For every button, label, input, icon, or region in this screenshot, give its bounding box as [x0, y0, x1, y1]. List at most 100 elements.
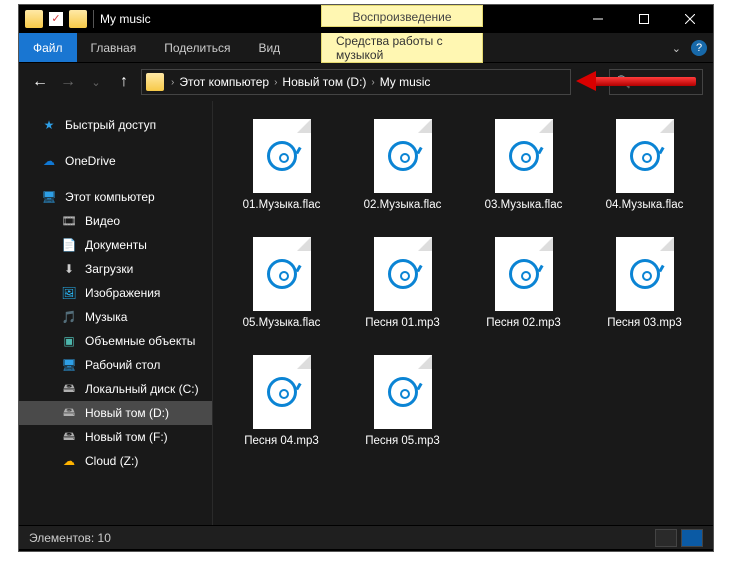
breadcrumb-segment[interactable]: Новый том (D:): [282, 75, 366, 89]
file-item[interactable]: Песня 03.mp3: [588, 237, 701, 347]
tab-home[interactable]: Главная: [77, 33, 151, 62]
view-large-icons-button[interactable]: [681, 529, 703, 547]
view-details-button[interactable]: [655, 529, 677, 547]
recent-dropdown-icon[interactable]: ⌄: [85, 76, 107, 89]
chevron-right-icon[interactable]: ›: [166, 77, 179, 88]
file-name: 03.Музыка.flac: [485, 199, 563, 211]
audio-file-icon: [374, 355, 432, 429]
tab-share[interactable]: Поделиться: [150, 33, 244, 62]
minimize-button[interactable]: [575, 5, 621, 33]
ribbon-tabs: Файл Главная Поделиться Вид Средства раб…: [19, 33, 713, 63]
forward-button[interactable]: →: [57, 73, 79, 91]
audio-file-icon: [374, 119, 432, 193]
sidebar-item-onedrive[interactable]: ☁ OneDrive: [19, 149, 212, 173]
pc-icon: 🖥: [41, 189, 57, 205]
chevron-right-icon[interactable]: ›: [366, 77, 379, 88]
audio-file-icon: [495, 119, 553, 193]
file-item[interactable]: 04.Музыка.flac: [588, 119, 701, 229]
cloud-icon: ☁: [41, 153, 57, 169]
up-button[interactable]: ↑: [113, 73, 135, 91]
breadcrumb-segment[interactable]: My music: [380, 75, 431, 89]
music-icon: 🎵: [61, 309, 77, 325]
file-name: 04.Музыка.flac: [606, 199, 684, 211]
file-name: 02.Музыка.flac: [364, 199, 442, 211]
title-bar: ✓ My music Воспроизведение: [19, 5, 713, 33]
sidebar-item-label: Изображения: [85, 286, 160, 300]
drive-icon: 🖴: [61, 405, 77, 421]
sidebar-item-label: Новый том (D:): [85, 406, 169, 420]
help-icon[interactable]: ?: [691, 40, 707, 56]
audio-file-icon: [253, 119, 311, 193]
close-icon: [685, 14, 695, 24]
sidebar-item-label: Этот компьютер: [65, 190, 155, 204]
minimize-icon: [593, 14, 603, 24]
maximize-button[interactable]: [621, 5, 667, 33]
file-name: 05.Музыка.flac: [243, 317, 321, 329]
sidebar-item-drive-d[interactable]: 🖴 Новый том (D:): [19, 401, 212, 425]
window-controls: [575, 5, 713, 33]
sidebar-item-label: Быстрый доступ: [65, 118, 156, 132]
qat-properties-icon[interactable]: ✓: [49, 12, 63, 26]
file-tab[interactable]: Файл: [19, 33, 77, 62]
close-button[interactable]: [667, 5, 713, 33]
file-name: Песня 05.mp3: [365, 435, 440, 447]
audio-file-icon: [616, 237, 674, 311]
file-item[interactable]: Песня 01.mp3: [346, 237, 459, 347]
sidebar-item-drive-f[interactable]: 🖴 Новый том (F:): [19, 425, 212, 449]
status-items-count: 10: [98, 531, 111, 545]
file-name: Песня 03.mp3: [607, 317, 682, 329]
ribbon-collapse-icon[interactable]: ⌄: [672, 42, 681, 55]
audio-file-icon: [253, 237, 311, 311]
qat-newfolder-icon[interactable]: [69, 10, 87, 28]
sidebar-item-documents[interactable]: 📄 Документы: [19, 233, 212, 257]
file-item[interactable]: Песня 02.mp3: [467, 237, 580, 347]
navigation-pane[interactable]: ★ Быстрый доступ ☁ OneDrive 🖥 Этот компь…: [19, 101, 213, 525]
file-name: 01.Музыка.flac: [243, 199, 321, 211]
sidebar-item-3d[interactable]: ▣ Объемные объекты: [19, 329, 212, 353]
sidebar-item-drive-z[interactable]: ☁ Cloud (Z:): [19, 449, 212, 473]
address-bar[interactable]: › Этот компьютер › Новый том (D:) › My m…: [141, 69, 571, 95]
chevron-right-icon[interactable]: ›: [269, 77, 282, 88]
sidebar-item-pictures[interactable]: 🖼 Изображения: [19, 281, 212, 305]
sidebar-item-drive-c[interactable]: 🖴 Локальный диск (C:): [19, 377, 212, 401]
back-button[interactable]: ←: [29, 73, 51, 91]
sidebar-item-label: Видео: [85, 214, 120, 228]
sidebar-item-label: Локальный диск (C:): [85, 382, 199, 396]
sidebar-item-label: Музыка: [85, 310, 127, 324]
contextual-tab-header: Воспроизведение: [321, 5, 483, 27]
sidebar-item-videos[interactable]: 🎞 Видео: [19, 209, 212, 233]
quick-access-toolbar: ✓ My music: [19, 10, 151, 28]
qat-divider: [93, 10, 94, 28]
file-item[interactable]: Песня 05.mp3: [346, 355, 459, 465]
file-name: Песня 01.mp3: [365, 317, 440, 329]
file-list[interactable]: 01.Музыка.flac 02.Музыка.flac 03.Музыка.…: [213, 101, 713, 525]
sidebar-item-quick-access[interactable]: ★ Быстрый доступ: [19, 113, 212, 137]
star-icon: ★: [41, 117, 57, 133]
sidebar-item-desktop[interactable]: 🖥 Рабочий стол: [19, 353, 212, 377]
network-drive-icon: ☁: [61, 453, 77, 469]
sidebar-item-downloads[interactable]: ⬇ Загрузки: [19, 257, 212, 281]
file-item[interactable]: Песня 04.mp3: [225, 355, 338, 465]
document-icon: 📄: [61, 237, 77, 253]
audio-file-icon: [616, 119, 674, 193]
file-item[interactable]: 01.Музыка.flac: [225, 119, 338, 229]
audio-file-icon: [495, 237, 553, 311]
sidebar-item-music[interactable]: 🎵 Музыка: [19, 305, 212, 329]
sidebar-item-label: Объемные объекты: [85, 334, 195, 348]
sidebar-item-this-pc[interactable]: 🖥 Этот компьютер: [19, 185, 212, 209]
folder-icon[interactable]: [25, 10, 43, 28]
file-item[interactable]: 03.Музыка.flac: [467, 119, 580, 229]
drive-icon: 🖴: [61, 381, 77, 397]
file-item[interactable]: 05.Музыка.flac: [225, 237, 338, 347]
tab-music-tools[interactable]: Средства работы с музыкой: [321, 33, 483, 63]
maximize-icon: [639, 14, 649, 24]
file-item[interactable]: 02.Музыка.flac: [346, 119, 459, 229]
tab-view[interactable]: Вид: [244, 33, 294, 62]
file-name: Песня 02.mp3: [486, 317, 561, 329]
picture-icon: 🖼: [61, 285, 77, 301]
audio-file-icon: [253, 355, 311, 429]
status-items-label: Элементов:: [29, 531, 94, 545]
cube-icon: ▣: [61, 333, 77, 349]
sidebar-item-label: Рабочий стол: [85, 358, 160, 372]
breadcrumb-segment[interactable]: Этот компьютер: [179, 75, 269, 89]
